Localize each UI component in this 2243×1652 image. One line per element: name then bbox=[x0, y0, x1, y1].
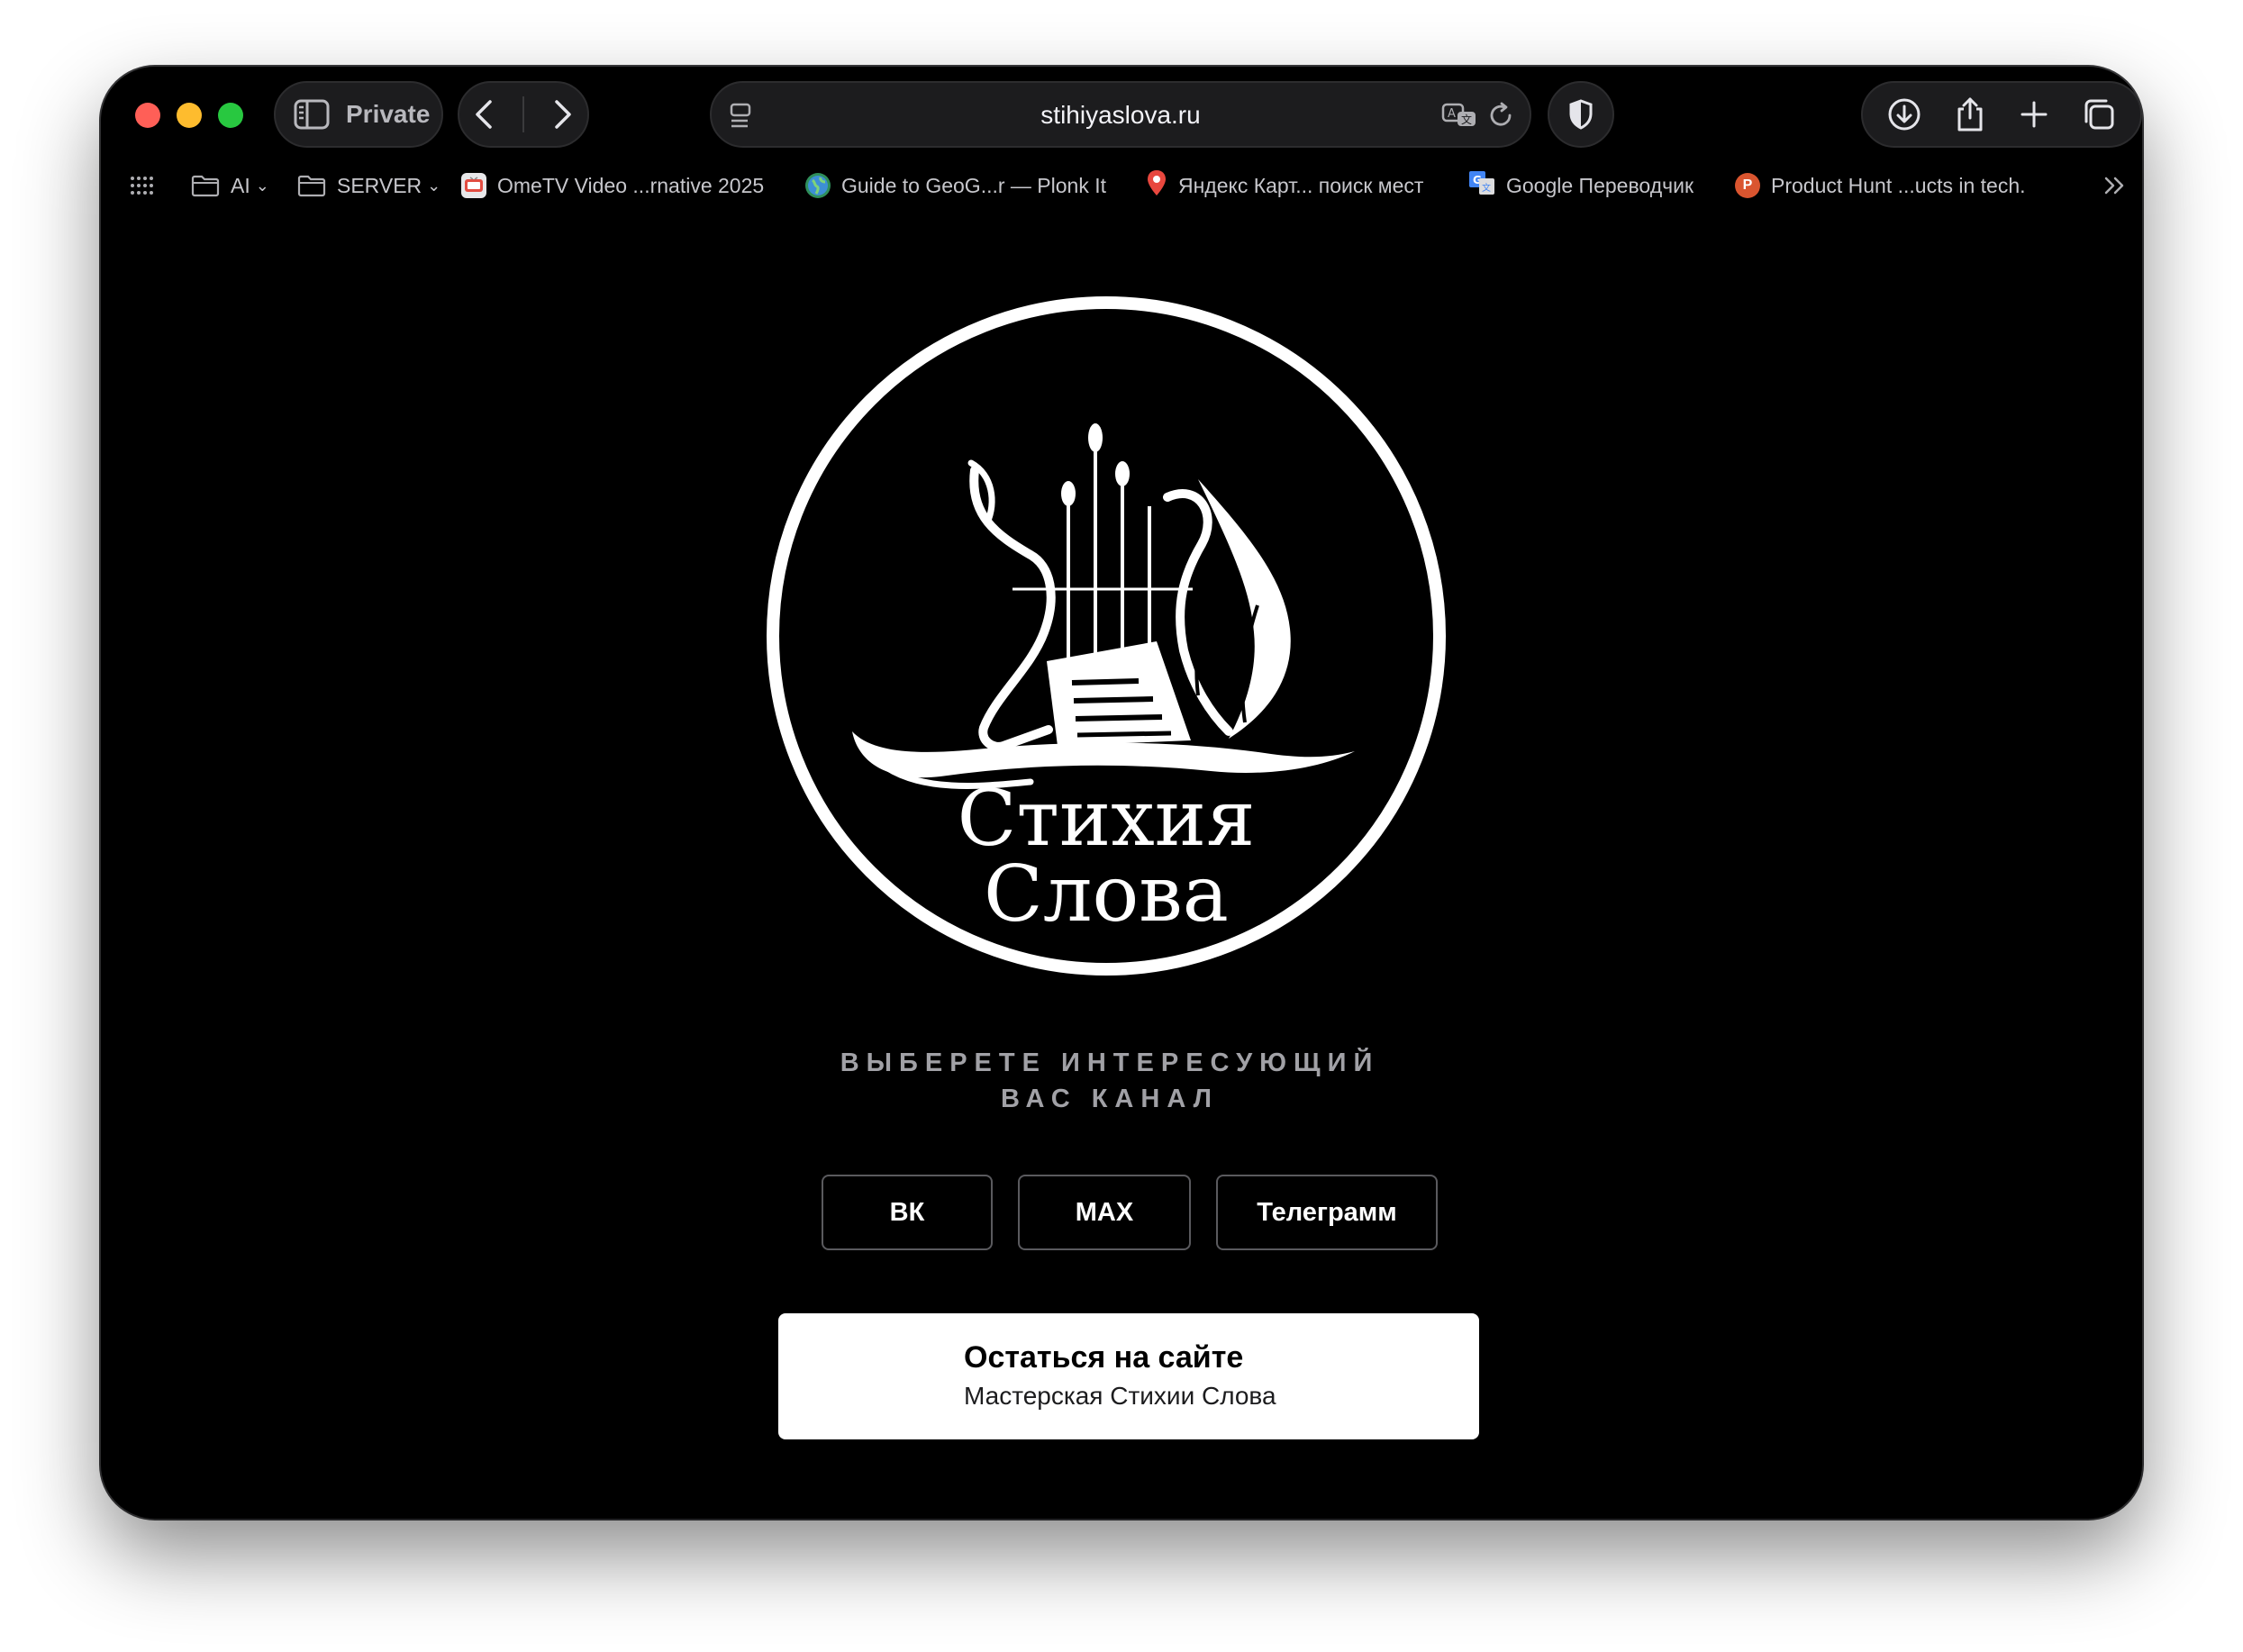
bookmark-ometv[interactable]: OmeTV Video ...rnative 2025 bbox=[461, 168, 764, 204]
more-bookmarks-button[interactable] bbox=[2102, 168, 2128, 204]
grid-icon bbox=[131, 177, 153, 195]
minimize-window-button[interactable] bbox=[177, 103, 202, 128]
bookmark-label: Product Hunt ...ucts in tech. bbox=[1771, 173, 2026, 197]
double-chevron-right-icon bbox=[2104, 177, 2124, 195]
url-text[interactable]: stihiyaslova.ru bbox=[712, 101, 1530, 130]
folder-icon bbox=[297, 175, 326, 197]
ometv-favicon bbox=[461, 173, 486, 198]
bookmark-label: Google Переводчик bbox=[1506, 173, 1694, 197]
channel-heading: ВЫБЕРЕТЕ ИНТЕРЕСУЮЩИЙ ВАС КАНАЛ bbox=[840, 1048, 1380, 1113]
browser-window: Private stihiyaslova.ru A文 AI ⌄ SERVER ⌄… bbox=[101, 67, 2142, 1519]
share-icon bbox=[1957, 97, 1983, 132]
nav-separator bbox=[522, 96, 524, 132]
share-button[interactable] bbox=[1955, 96, 1985, 132]
zoom-window-button[interactable] bbox=[218, 103, 243, 128]
bookmark-label: SERVER bbox=[337, 173, 422, 197]
stihiya-slova-logo: Стихия Слова bbox=[760, 290, 1452, 982]
max-button[interactable]: MAX bbox=[1018, 1175, 1191, 1250]
apps-grid-button[interactable] bbox=[130, 168, 153, 204]
globe-icon bbox=[805, 173, 831, 198]
bookmark-label: AI bbox=[231, 173, 250, 197]
bookmark-label: Яндекс Карт... поиск мест bbox=[1178, 173, 1424, 197]
translate-icon[interactable]: A文 bbox=[1441, 101, 1477, 130]
address-bar[interactable]: stihiyaslova.ru A文 bbox=[710, 81, 1531, 148]
bookmark-google-translate[interactable]: G文 Google Переводчик bbox=[1468, 168, 1694, 204]
private-label: Private bbox=[346, 100, 431, 128]
stay-on-site-button[interactable]: Остаться на сайте Мастерская Стихии Слов… bbox=[778, 1313, 1479, 1439]
bookmark-label: OmeTV Video ...rnative 2025 bbox=[497, 173, 765, 197]
logo-line-2: Слова bbox=[984, 849, 1229, 939]
browser-toolbar: Private stihiyaslova.ru A文 bbox=[101, 67, 2142, 162]
sidebar-toggle-button[interactable]: Private bbox=[274, 81, 443, 148]
svg-text:文: 文 bbox=[1482, 182, 1491, 194]
chevron-left-icon bbox=[476, 100, 493, 129]
product-hunt-icon: P bbox=[1735, 173, 1760, 198]
bookmark-plonkit[interactable]: Guide to GeoG...r — Plonk It bbox=[805, 168, 1106, 204]
stay-on-site-subtitle: Мастерская Стихии Слова bbox=[964, 1382, 1276, 1410]
forward-button[interactable] bbox=[552, 98, 574, 131]
vk-button[interactable]: ВК bbox=[822, 1175, 993, 1250]
stay-on-site-title: Остаться на сайте bbox=[964, 1340, 1244, 1375]
sidebar-icon bbox=[294, 99, 330, 130]
chevron-down-icon: ⌄ bbox=[255, 176, 269, 195]
folder-icon bbox=[191, 175, 220, 197]
bookmark-folder-server[interactable]: SERVER ⌄ bbox=[297, 168, 440, 204]
bookmark-yandex-maps[interactable]: Яндекс Карт... поиск мест bbox=[1146, 168, 1423, 204]
google-translate-icon: G文 bbox=[1468, 170, 1495, 201]
chevron-right-icon bbox=[554, 100, 571, 129]
plus-icon bbox=[2021, 101, 2048, 128]
bookmarks-bar: AI ⌄ SERVER ⌄ OmeTV Video ...rnative 202… bbox=[101, 162, 2142, 218]
chevron-down-icon: ⌄ bbox=[427, 176, 441, 195]
toolbar-actions bbox=[1861, 81, 2142, 148]
telegram-button[interactable]: Телеграмм bbox=[1216, 1175, 1438, 1250]
reload-icon[interactable] bbox=[1488, 101, 1515, 130]
map-pin-icon bbox=[1146, 169, 1167, 202]
bookmark-product-hunt[interactable]: P Product Hunt ...ucts in tech. bbox=[1735, 168, 2026, 204]
bookmark-label: Guide to GeoG...r — Plonk It bbox=[841, 173, 1107, 197]
close-window-button[interactable] bbox=[135, 103, 160, 128]
back-button[interactable] bbox=[473, 98, 495, 131]
svg-text:文: 文 bbox=[1461, 113, 1472, 126]
new-tab-button[interactable] bbox=[2020, 100, 2048, 129]
bookmark-folder-ai[interactable]: AI ⌄ bbox=[191, 168, 269, 204]
navigation-buttons bbox=[458, 81, 589, 148]
tab-overview-button[interactable] bbox=[2082, 97, 2116, 132]
downloads-button[interactable] bbox=[1887, 97, 1921, 132]
download-icon bbox=[1888, 98, 1921, 131]
privacy-report-button[interactable] bbox=[1548, 81, 1614, 148]
svg-text:A: A bbox=[1448, 107, 1456, 121]
shield-icon bbox=[1569, 99, 1593, 130]
tabs-icon bbox=[2084, 99, 2114, 130]
